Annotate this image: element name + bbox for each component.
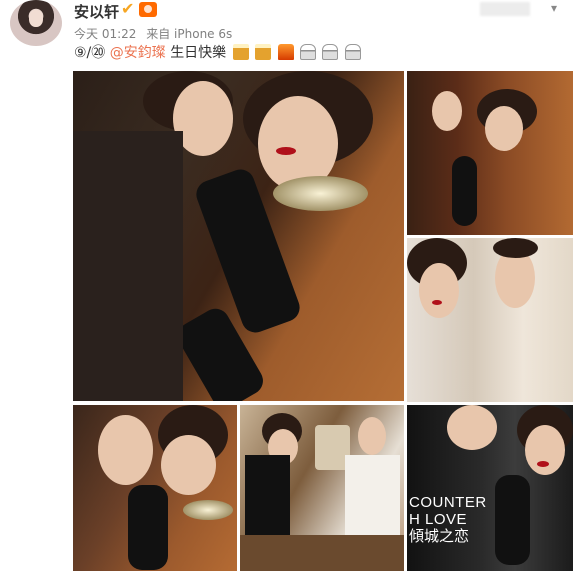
post-time[interactable]: 今天 01:22 bbox=[74, 27, 136, 41]
cake-icon bbox=[322, 44, 339, 60]
photo-6[interactable] bbox=[407, 405, 573, 571]
woman-face bbox=[525, 425, 565, 475]
woman-face bbox=[485, 106, 523, 151]
photo-2[interactable] bbox=[407, 71, 573, 235]
crown-icon bbox=[277, 44, 294, 60]
man-hair bbox=[493, 238, 538, 258]
photo-3[interactable] bbox=[407, 238, 573, 402]
verified-icon[interactable]: ✔ bbox=[121, 1, 137, 17]
username[interactable]: 安以轩 bbox=[74, 1, 119, 22]
date-prefix: ⑨/⑳ bbox=[74, 45, 106, 61]
man-face bbox=[432, 91, 462, 131]
beer-icon bbox=[255, 44, 272, 60]
post-source[interactable]: 来自 iPhone 6s bbox=[146, 27, 232, 41]
man-shirt bbox=[345, 455, 400, 535]
avatar[interactable] bbox=[10, 0, 62, 46]
man-face bbox=[447, 405, 497, 450]
glove bbox=[495, 475, 530, 565]
magazine-title-en-2: H LOVE bbox=[409, 511, 468, 528]
woman-face bbox=[419, 263, 459, 318]
sofa bbox=[240, 535, 404, 571]
photo-5[interactable] bbox=[240, 405, 404, 571]
necklace bbox=[183, 500, 233, 520]
magazine-title: COUNTER H LOVE 傾城之恋 bbox=[409, 494, 487, 545]
glove bbox=[452, 156, 477, 226]
magazine-title-cn: 傾城之恋 bbox=[409, 527, 470, 545]
blurred-region bbox=[480, 2, 530, 16]
man-face bbox=[98, 415, 153, 485]
woman-dress bbox=[245, 455, 290, 545]
post-content: ⑨/⑳ @安鈞璨 生日快樂 bbox=[74, 43, 361, 63]
woman-face bbox=[161, 435, 216, 495]
woman-lips bbox=[276, 147, 296, 155]
cake-icon bbox=[344, 44, 361, 60]
member-badge-icon[interactable] bbox=[139, 2, 157, 17]
mention-link[interactable]: @安鈞璨 bbox=[110, 45, 166, 61]
woman-lips bbox=[537, 461, 549, 467]
magazine-title-en-1: COUNTER bbox=[409, 494, 487, 511]
man-face bbox=[358, 417, 386, 455]
photo-1[interactable] bbox=[73, 71, 404, 401]
photo-4[interactable] bbox=[73, 405, 237, 571]
avatar-face bbox=[29, 10, 43, 27]
woman-lips bbox=[432, 300, 442, 305]
post-text: 生日快樂 bbox=[170, 45, 227, 61]
chevron-down-icon[interactable]: ▾ bbox=[551, 1, 557, 15]
glove bbox=[128, 485, 168, 570]
post-meta: 今天 01:22 来自 iPhone 6s bbox=[74, 25, 238, 42]
cake-icon bbox=[300, 44, 316, 60]
man-suit bbox=[73, 131, 183, 401]
necklace bbox=[273, 176, 368, 211]
beer-icon bbox=[232, 44, 249, 60]
